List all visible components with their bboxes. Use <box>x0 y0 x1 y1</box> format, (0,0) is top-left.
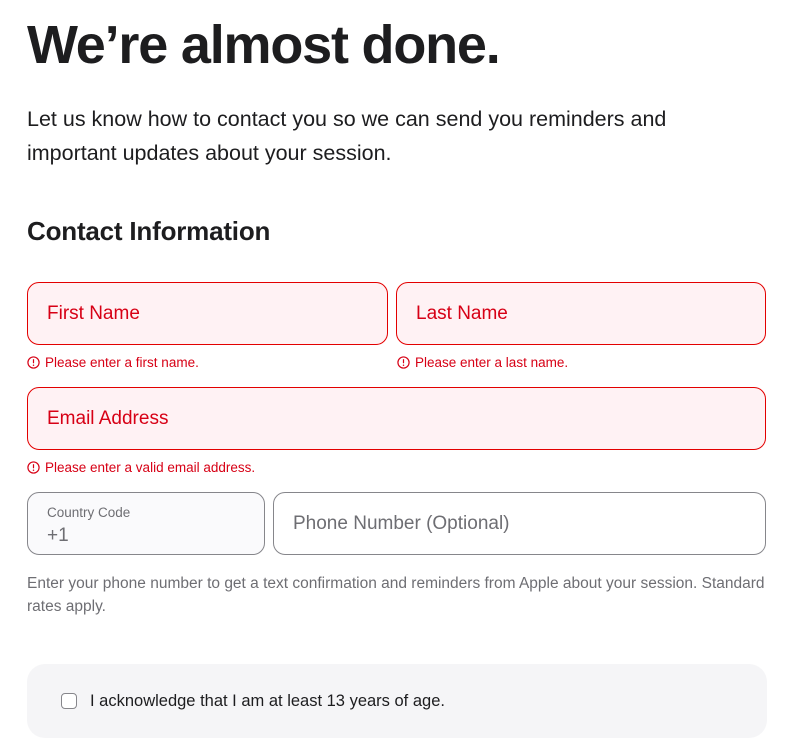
age-acknowledgement-label[interactable]: I acknowledge that I am at least 13 year… <box>90 691 445 711</box>
email-placeholder: Email Address <box>47 407 169 429</box>
first-name-field[interactable]: First Name <box>27 282 388 345</box>
country-code-value: +1 <box>47 525 69 546</box>
last-name-field[interactable]: Last Name <box>396 282 766 345</box>
intro-text: Let us know how to contact you so we can… <box>27 107 667 165</box>
age-acknowledgement-panel: I acknowledge that I am at least 13 year… <box>27 664 767 738</box>
last-name-error-text: Please enter a last name. <box>415 355 569 370</box>
email-error-text: Please enter a valid email address. <box>45 460 256 475</box>
exclamation-circle-icon <box>27 356 40 369</box>
page-title: We’re almost done. <box>27 15 501 75</box>
exclamation-circle-icon <box>397 356 410 369</box>
country-code-label: Country Code <box>47 505 131 520</box>
phone-placeholder: Phone Number (Optional) <box>293 512 510 534</box>
email-error: Please enter a valid email address. <box>27 460 255 475</box>
last-name-error: Please enter a last name. <box>397 355 568 370</box>
country-code-select[interactable]: Country Code +1 <box>27 492 265 555</box>
phone-number-field[interactable]: Phone Number (Optional) <box>273 492 766 555</box>
exclamation-circle-icon <box>27 461 40 474</box>
first-name-error-text: Please enter a first name. <box>45 355 199 370</box>
age-acknowledgement-checkbox[interactable] <box>61 693 77 709</box>
last-name-placeholder: Last Name <box>416 302 508 324</box>
first-name-placeholder: First Name <box>47 302 140 324</box>
first-name-error: Please enter a first name. <box>27 355 199 370</box>
section-title: Contact Information <box>27 216 271 246</box>
phone-helper-text: Enter your phone number to get a text co… <box>27 575 765 615</box>
email-field[interactable]: Email Address <box>27 387 766 450</box>
